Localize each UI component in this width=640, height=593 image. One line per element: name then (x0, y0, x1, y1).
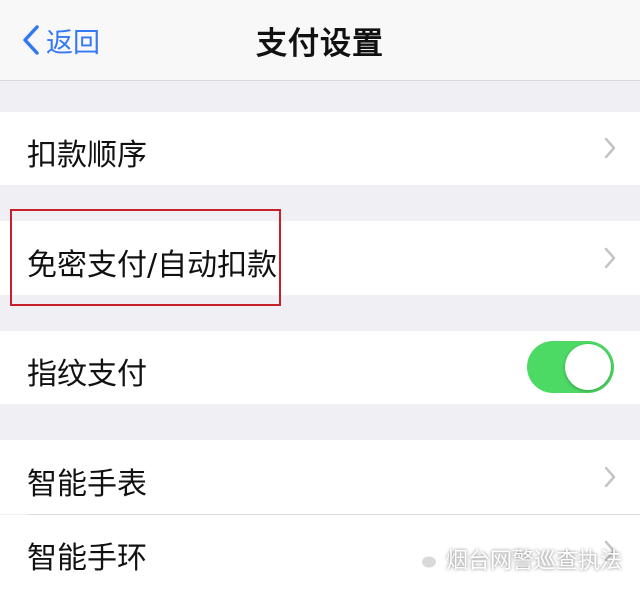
row-deduction-order[interactable]: 扣款顺序 (0, 112, 640, 185)
fingerprint-toggle[interactable] (527, 341, 614, 393)
toggle-knob (565, 344, 611, 390)
row-label: 免密支付/自动扣款 (27, 248, 278, 283)
row-label: 指纹支付 (27, 357, 147, 392)
row-fingerprint-payment: 指纹支付 (0, 331, 640, 404)
row-password-free-payment[interactable]: 免密支付/自动扣款 (0, 221, 640, 295)
page-title: 支付设置 (256, 26, 384, 62)
chevron-right-icon (604, 466, 616, 488)
wechat-icon (410, 547, 438, 570)
row-label: 智能手环 (27, 541, 147, 576)
navigation-bar: 返回 支付设置 (0, 0, 640, 81)
row-label: 扣款顺序 (27, 138, 147, 173)
chevron-right-icon (604, 137, 616, 159)
chevron-right-icon (604, 247, 616, 269)
row-label: 智能手表 (27, 467, 147, 502)
watermark-text: 烟台网警巡查执法 (445, 549, 622, 574)
row-smart-watch[interactable]: 智能手表 (0, 440, 640, 514)
watermark: 烟台网警巡查执法 (410, 543, 622, 575)
